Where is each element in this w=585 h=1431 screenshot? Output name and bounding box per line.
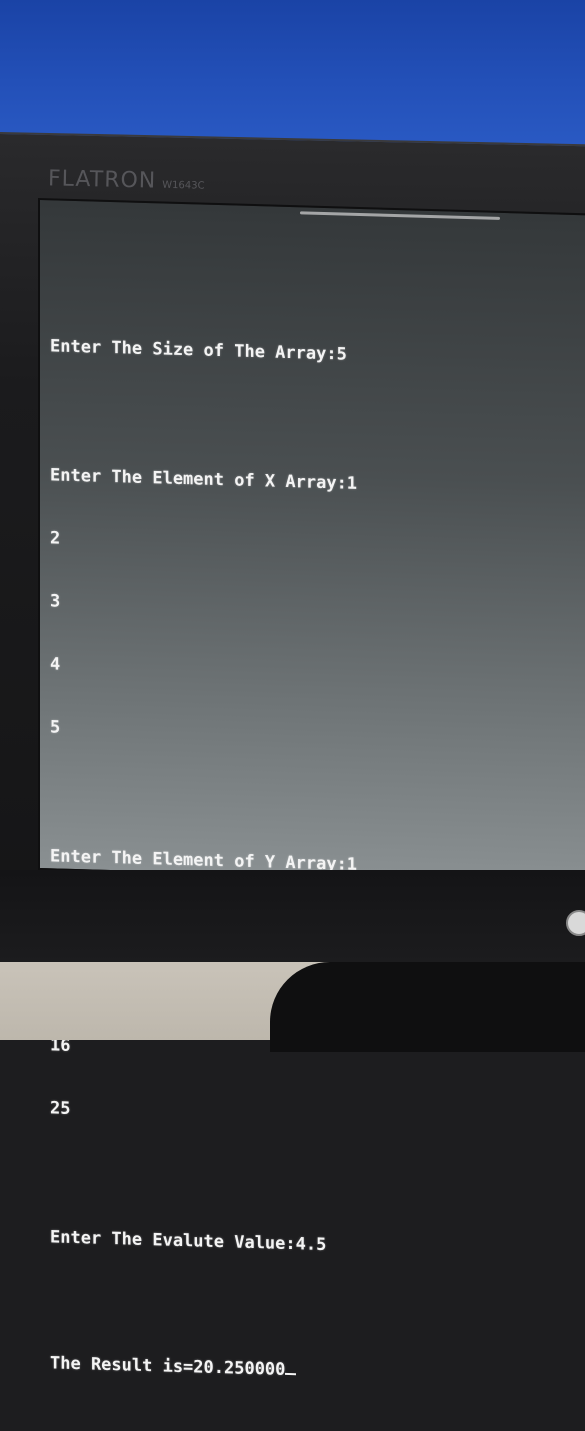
console-output: Enter The Size of The Array:5 Enter The … [50,294,357,1425]
x-value-line: 2 [50,528,61,549]
monitor-bottom-bezel [0,870,585,965]
monitor-brand-logo: FLATRON W1643C [48,166,205,194]
monitor-screen: Enter The Size of The Array:5 Enter The … [38,198,585,1380]
power-button[interactable] [566,910,585,936]
x-value-line: 3 [50,591,61,612]
monitor-stand [270,962,585,1052]
result-line: The Result is=20.250000 [50,1350,357,1383]
size-prompt-line: Enter The Size of The Array:5 [50,336,347,365]
y-value-line: 25 [50,1098,71,1119]
x-value-line: 4 [50,654,61,675]
background-wall [0,0,585,150]
text-cursor [285,1356,297,1376]
brand-name: FLATRON [47,166,157,194]
result-text: The Result is=20.250000 [50,1353,286,1380]
screen-glare [300,211,500,220]
brand-model: W1643C [162,179,205,192]
x-value-line: 5 [50,717,61,738]
eval-prompt-line: Enter The Evalute Value:4.5 [50,1227,327,1256]
x-prompt-line: Enter The Element of X Array:1 [50,465,358,494]
